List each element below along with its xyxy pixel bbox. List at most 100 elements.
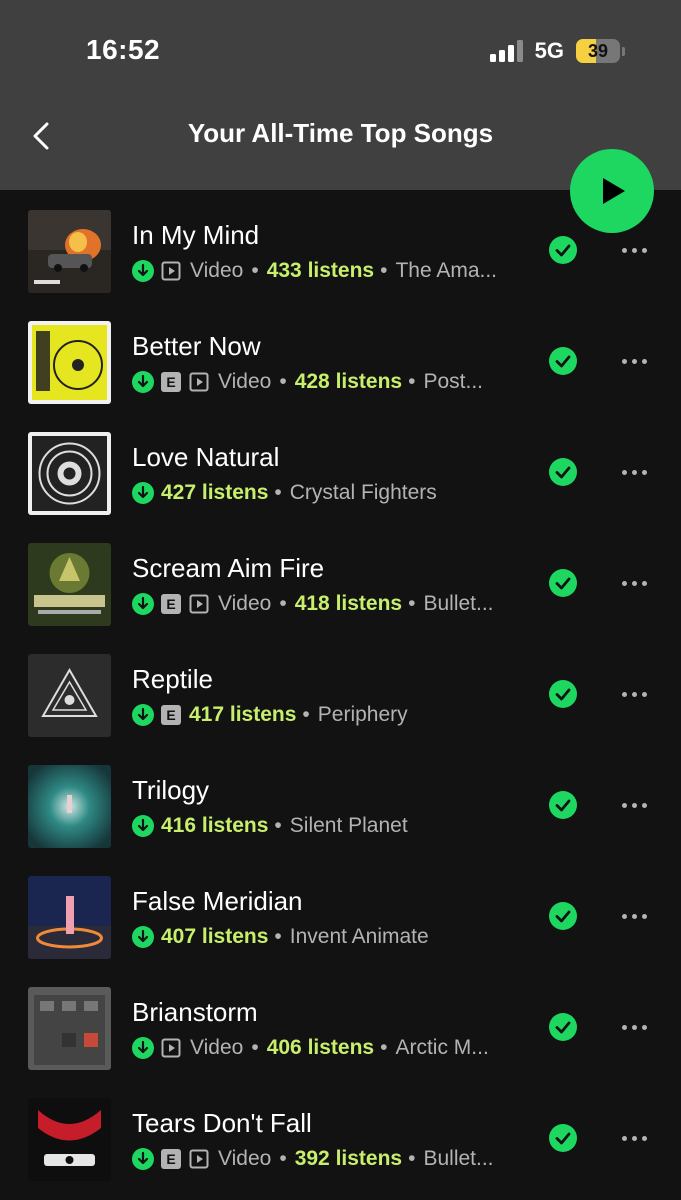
header: 16:52 5G 39 Your All-Time Top Songs bbox=[0, 0, 681, 190]
artist-name: Arctic M... bbox=[395, 1036, 489, 1059]
album-cover bbox=[28, 210, 111, 293]
added-check-icon[interactable] bbox=[549, 236, 577, 264]
video-icon bbox=[161, 1038, 181, 1058]
downloaded-icon bbox=[132, 815, 154, 837]
album-cover bbox=[28, 321, 111, 404]
artist-name: Silent Planet bbox=[289, 814, 408, 837]
listen-count: 406 listens bbox=[266, 1036, 375, 1059]
song-row[interactable]: Better Now E Video • 428 listens • Post... bbox=[0, 301, 681, 412]
added-check-icon[interactable] bbox=[549, 680, 577, 708]
song-row[interactable]: Trilogy 416 listens • Silent Planet bbox=[0, 745, 681, 856]
more-options-icon[interactable] bbox=[622, 793, 656, 817]
added-check-icon[interactable] bbox=[549, 1124, 577, 1152]
play-button[interactable] bbox=[570, 149, 654, 233]
song-meta: 416 listens • Silent Planet bbox=[132, 813, 512, 839]
separator-dot: • bbox=[408, 370, 416, 393]
more-options-icon[interactable] bbox=[622, 682, 656, 706]
video-label: Video bbox=[218, 592, 272, 615]
video-icon bbox=[189, 372, 209, 392]
song-meta: E 417 listens • Periphery bbox=[132, 702, 512, 728]
added-check-icon[interactable] bbox=[549, 569, 577, 597]
album-cover bbox=[28, 1098, 111, 1181]
song-title: Tears Don't Fall bbox=[132, 1108, 312, 1138]
play-icon bbox=[603, 178, 625, 204]
separator-dot: • bbox=[408, 1147, 416, 1170]
network-label: 5G bbox=[534, 38, 564, 63]
separator-dot: • bbox=[380, 259, 388, 282]
added-check-icon[interactable] bbox=[549, 902, 577, 930]
explicit-badge: E bbox=[161, 372, 181, 392]
album-cover bbox=[28, 654, 111, 737]
song-row[interactable]: Brianstorm Video • 406 listens • Arctic M... bbox=[0, 967, 681, 1078]
status-icons: 5G 39 bbox=[489, 38, 625, 64]
more-options-icon[interactable] bbox=[622, 460, 656, 484]
listen-count: 418 listens bbox=[294, 592, 403, 615]
separator-dot: • bbox=[274, 814, 282, 837]
page-title: Your All-Time Top Songs bbox=[187, 118, 494, 148]
signal-icon bbox=[489, 40, 523, 62]
more-options-icon[interactable] bbox=[622, 1015, 656, 1039]
song-title: Better Now bbox=[132, 331, 261, 361]
more-options-icon[interactable] bbox=[622, 904, 656, 928]
more-options-icon[interactable] bbox=[622, 1126, 656, 1150]
status-time: 16:52 bbox=[86, 34, 161, 65]
song-row[interactable]: Reptile E 417 listens • Periphery bbox=[0, 634, 681, 745]
downloaded-icon bbox=[132, 926, 154, 948]
separator-dot: • bbox=[274, 925, 282, 948]
album-cover bbox=[28, 765, 111, 848]
artist-name: Bullet... bbox=[423, 592, 494, 615]
separator-dot: • bbox=[251, 259, 259, 282]
artist-name: Invent Animate bbox=[289, 925, 429, 948]
song-title: False Meridian bbox=[132, 886, 303, 916]
downloaded-icon bbox=[132, 593, 154, 615]
song-meta: E Video • 392 listens • Bullet... bbox=[132, 1146, 512, 1172]
more-options-icon[interactable] bbox=[622, 571, 656, 595]
downloaded-icon bbox=[132, 1037, 154, 1059]
video-label: Video bbox=[218, 370, 272, 393]
video-icon bbox=[189, 1149, 209, 1169]
separator-dot: • bbox=[380, 1036, 388, 1059]
battery-icon: 39 bbox=[576, 39, 625, 63]
album-cover bbox=[28, 876, 111, 959]
video-icon bbox=[189, 594, 209, 614]
separator-dot: • bbox=[274, 481, 282, 504]
video-icon bbox=[161, 261, 181, 281]
song-title: Love Natural bbox=[132, 442, 280, 472]
separator-dot: • bbox=[279, 1147, 287, 1170]
added-check-icon[interactable] bbox=[549, 791, 577, 819]
listen-count: 407 listens bbox=[161, 925, 269, 948]
song-title: In My Mind bbox=[132, 220, 260, 250]
artist-name: Crystal Fighters bbox=[289, 481, 437, 504]
album-cover bbox=[28, 543, 111, 626]
more-options-icon[interactable] bbox=[622, 349, 656, 373]
album-cover bbox=[28, 432, 111, 515]
listen-count: 417 listens bbox=[189, 703, 297, 726]
song-title: Scream Aim Fire bbox=[132, 553, 325, 583]
downloaded-icon bbox=[132, 704, 154, 726]
artist-name: Post... bbox=[423, 370, 483, 393]
song-row[interactable]: Love Natural 427 listens • Crystal Fighters bbox=[0, 412, 681, 523]
added-check-icon[interactable] bbox=[549, 347, 577, 375]
song-meta: E Video • 418 listens • Bullet... bbox=[132, 591, 512, 617]
artist-name: Bullet... bbox=[423, 1147, 494, 1170]
song-row[interactable]: Tears Don't Fall E Video • 392 listens • Bulle… bbox=[0, 1078, 681, 1189]
separator-dot: • bbox=[279, 370, 287, 393]
song-row[interactable]: Scream Aim Fire E Video • 418 listens • Bullet… bbox=[0, 523, 681, 634]
listen-count: 416 listens bbox=[161, 814, 269, 837]
downloaded-icon bbox=[132, 1148, 154, 1170]
more-options-icon[interactable] bbox=[622, 238, 656, 262]
song-row[interactable]: False Meridian 407 listens • Invent Animate bbox=[0, 856, 681, 967]
separator-dot: • bbox=[408, 592, 416, 615]
song-title: Reptile bbox=[132, 664, 213, 694]
added-check-icon[interactable] bbox=[549, 458, 577, 486]
downloaded-icon bbox=[132, 260, 154, 282]
video-label: Video bbox=[218, 1147, 272, 1170]
explicit-badge: E bbox=[161, 1149, 181, 1169]
explicit-badge: E bbox=[161, 594, 181, 614]
song-meta: Video • 433 listens • The Ama... bbox=[132, 258, 512, 284]
song-list: In My Mind Video • 433 listens • The Ama... Be… bbox=[0, 190, 681, 1189]
battery-level: 39 bbox=[587, 40, 609, 61]
listen-count: 392 listens bbox=[294, 1147, 403, 1170]
added-check-icon[interactable] bbox=[549, 1013, 577, 1041]
video-label: Video bbox=[190, 259, 244, 282]
